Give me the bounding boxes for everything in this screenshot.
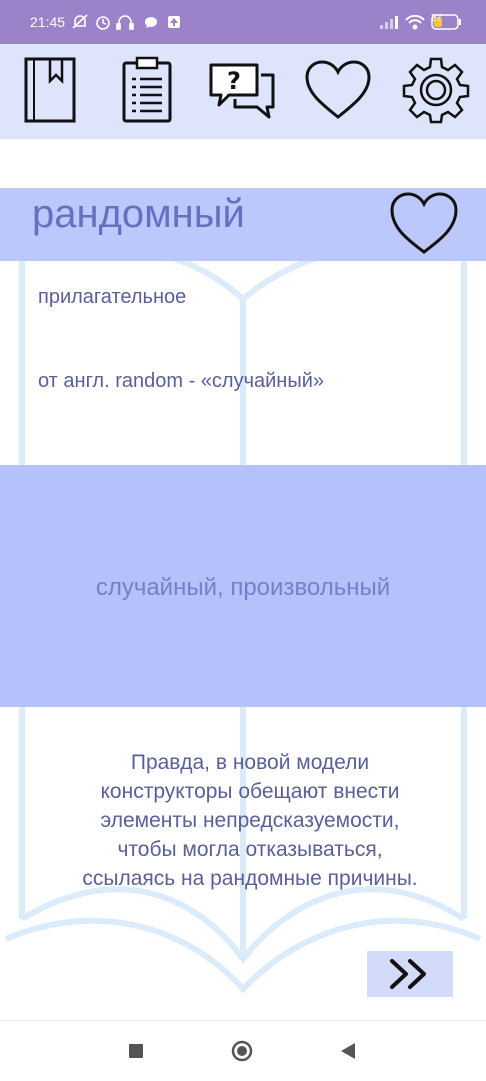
example-line: чтобы могла отказываться,	[117, 838, 383, 861]
question-chat-icon: ?	[209, 63, 275, 119]
favorite-heart-icon[interactable]	[388, 190, 460, 256]
notes-button[interactable]	[110, 54, 182, 126]
example-line: элементы непредсказуемости,	[100, 809, 400, 832]
favorites-button[interactable]	[302, 54, 374, 126]
settings-button[interactable]	[400, 54, 472, 126]
svg-text:?: ?	[227, 67, 241, 95]
headset-icon	[116, 15, 134, 30]
clipboard-icon	[122, 56, 172, 123]
wifi-icon	[405, 14, 425, 30]
upload-icon	[168, 16, 180, 28]
status-time: 21:45	[30, 14, 66, 30]
next-word-button[interactable]	[367, 951, 453, 997]
top-toolbar: ?	[0, 44, 486, 139]
dictionary-button[interactable]	[14, 54, 86, 126]
signal-icon	[380, 16, 398, 29]
status-notification-icons	[72, 14, 180, 30]
word-meaning: случайный, произвольный	[95, 574, 391, 601]
chat-icon	[145, 17, 157, 28]
part-of-speech: прилагательное	[38, 286, 187, 308]
word-origin: от англ. random - «случайный»	[38, 370, 325, 392]
book-icon	[24, 57, 76, 123]
example-line: Правда, в новой модели	[130, 751, 370, 774]
word-title: рандомный	[32, 192, 245, 236]
recents-button[interactable]	[128, 1043, 144, 1059]
double-chevron-right-icon	[390, 959, 426, 989]
example-line: ссылаясь на рандомные причины.	[82, 867, 418, 890]
battery-level: 27	[430, 13, 442, 24]
heart-icon	[305, 60, 371, 119]
system-nav-bar	[0, 1020, 486, 1081]
back-button[interactable]	[340, 1042, 356, 1060]
mute-icon	[72, 14, 88, 29]
status-system-icons	[380, 14, 461, 30]
home-button[interactable]	[231, 1040, 253, 1062]
status-bar: 21:45 27	[0, 0, 486, 44]
quiz-button[interactable]: ?	[206, 54, 278, 126]
alarm-icon	[96, 16, 110, 30]
usage-example: Правда, в новой модели конструкторы обещ…	[40, 748, 460, 893]
example-line: конструкторы обещают внести	[100, 780, 400, 803]
gear-icon	[402, 57, 470, 124]
